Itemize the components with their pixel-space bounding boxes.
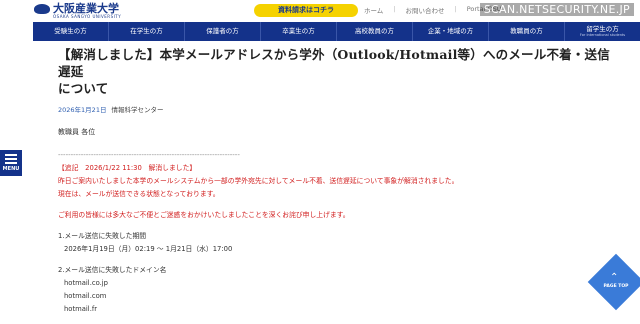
section-1-period: 2026年1月19日（月）02:19 ～ 1月21日（水）17:00	[64, 245, 233, 253]
nav-label: 保護者の方	[206, 27, 239, 35]
article-content: 【解消しました】本学メールアドレスから学外（Outlook/Hotmail等）へ…	[58, 42, 618, 316]
nav-item-students[interactable]: 在学生の方	[109, 22, 185, 41]
menu-button[interactable]: MENU	[0, 150, 22, 176]
header-top-bar: 大阪産業大学 OSAKA SANGYO UNIVERSITY 資料請求はコチラ …	[0, 0, 640, 22]
logo-text: 大阪産業大学	[53, 2, 119, 15]
nav-label: 卒業生の方	[282, 27, 315, 35]
nav-label: 高校教員の方	[355, 27, 394, 35]
page-top-content[interactable]: ⌃ PAGE TOP	[596, 262, 636, 302]
domain-item: hotmail.fr	[64, 305, 98, 313]
nav-item-alumni[interactable]: 卒業生の方	[261, 22, 337, 41]
nav-item-parents[interactable]: 保護者の方	[185, 22, 261, 41]
salutation: 教職員 各位	[58, 128, 96, 136]
logo-subtitle: OSAKA SANGYO UNIVERSITY	[53, 14, 122, 19]
section-2-title: 2.メール送信に失敗したドメイン名	[58, 266, 167, 274]
chevron-up-icon: ⌃	[610, 272, 619, 283]
page-title: 【解消しました】本学メールアドレスから学外（Outlook/Hotmail等）へ…	[58, 46, 618, 97]
global-nav: 受験生の方 在学生の方 保護者の方 卒業生の方 高校教員の方 企業・地域の方 教…	[33, 22, 640, 41]
title-line-2: について	[58, 81, 109, 96]
menu-label: MENU	[2, 166, 20, 172]
nav-label: 受験生の方	[54, 27, 87, 35]
department: 情報科学センター	[111, 106, 164, 114]
title-line-1: 【解消しました】本学メールアドレスから学外（Outlook/Hotmail等）へ…	[58, 47, 610, 79]
separator: |	[393, 5, 396, 13]
hamburger-icon	[5, 154, 17, 166]
top-link-contact[interactable]: お問い合わせ	[406, 5, 445, 15]
top-link-home[interactable]: ホーム	[364, 5, 383, 15]
nav-item-business[interactable]: 企業・地域の方	[413, 22, 489, 41]
nav-label: 在学生の方	[130, 27, 163, 35]
publish-date: 2026年1月21日	[58, 106, 107, 114]
notice-header: 【追記 2026/1/22 11:30 解消しました】	[58, 164, 197, 172]
nav-label: 教職員の方	[510, 27, 543, 35]
site-watermark: SCAN.NETSECURITY.NE.JP	[479, 3, 634, 16]
section-1-title: 1.メール送信に失敗した期間	[58, 232, 147, 240]
nav-item-prospective[interactable]: 受験生の方	[33, 22, 109, 41]
nav-item-international[interactable]: 留学生の方 For International students	[565, 22, 640, 41]
nav-item-hs-teachers[interactable]: 高校教員の方	[337, 22, 413, 41]
separator: |	[454, 5, 457, 13]
domain-item: hotmail.com	[64, 292, 107, 300]
notice-line-2: 現在は、メールが送信できる状態となっております。	[58, 190, 220, 198]
nav-label: 留学生の方	[586, 25, 619, 33]
apology-text: ご利用の皆様には多大なご不便とご迷惑をおかけいたしましたことを深くお詫び申し上げ…	[58, 211, 350, 219]
article-meta: 2026年1月21日 情報科学センター	[58, 104, 618, 114]
university-logo[interactable]: 大阪産業大学	[34, 2, 119, 15]
nav-sublabel: For International students	[579, 33, 626, 37]
logo-mark-icon	[34, 4, 50, 14]
nav-item-faculty[interactable]: 教職員の方	[489, 22, 565, 41]
domain-item: hotmail.co.jp	[64, 279, 108, 287]
notice-line-1: 昨日ご案内いたしました本学のメールシステムから一部の学外宛先に対してメール不着、…	[58, 177, 459, 185]
divider: ----------------------------------------…	[58, 151, 240, 159]
nav-label: 企業・地域の方	[427, 27, 474, 35]
request-materials-button[interactable]: 資料請求はコチラ	[254, 4, 358, 17]
page-top-label: PAGE TOP	[603, 284, 629, 289]
